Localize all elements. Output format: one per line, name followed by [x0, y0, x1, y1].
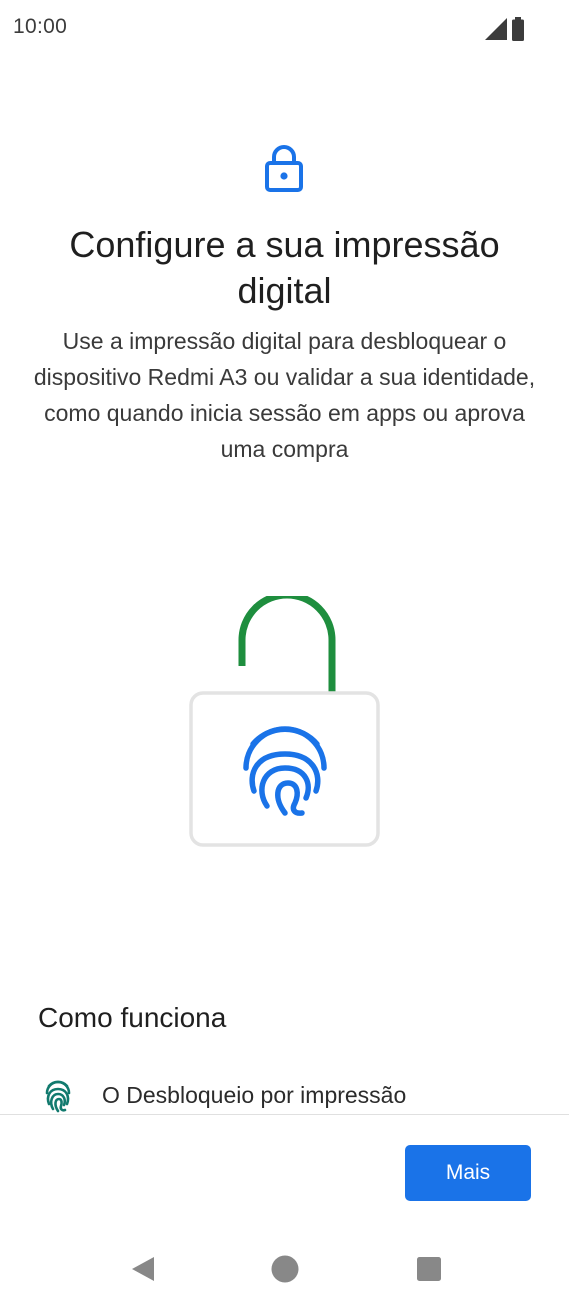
- fingerprint-unlock-illustration: [189, 596, 380, 847]
- status-bar: 10:00: [0, 0, 569, 58]
- lock-icon: [265, 145, 303, 192]
- page-description: Use a impressão digital para desbloquear…: [33, 328, 536, 462]
- status-time: 10:00: [13, 15, 68, 38]
- footer-divider: [0, 1114, 569, 1115]
- how-it-works-heading: Como funciona: [38, 1002, 227, 1033]
- info-text: O Desbloqueio por impressão: [102, 1082, 407, 1108]
- fingerprint-icon: [45, 1080, 71, 1113]
- more-button[interactable]: Mais: [405, 1145, 531, 1201]
- status-icons: [483, 17, 531, 41]
- home-icon[interactable]: [270, 1254, 300, 1284]
- back-icon[interactable]: [128, 1254, 158, 1284]
- page-title: Configure a sua impressão digital: [69, 224, 500, 311]
- signal-icon: [485, 18, 507, 40]
- navigation-bar: [0, 1236, 569, 1300]
- recents-icon[interactable]: [414, 1254, 444, 1284]
- content-scroll-area[interactable]: Configure a sua impressão digital Use a …: [0, 58, 569, 1114]
- battery-icon: [512, 17, 524, 41]
- info-row-fingerprint-unlock: O Desbloqueio por impressão: [38, 1078, 538, 1114]
